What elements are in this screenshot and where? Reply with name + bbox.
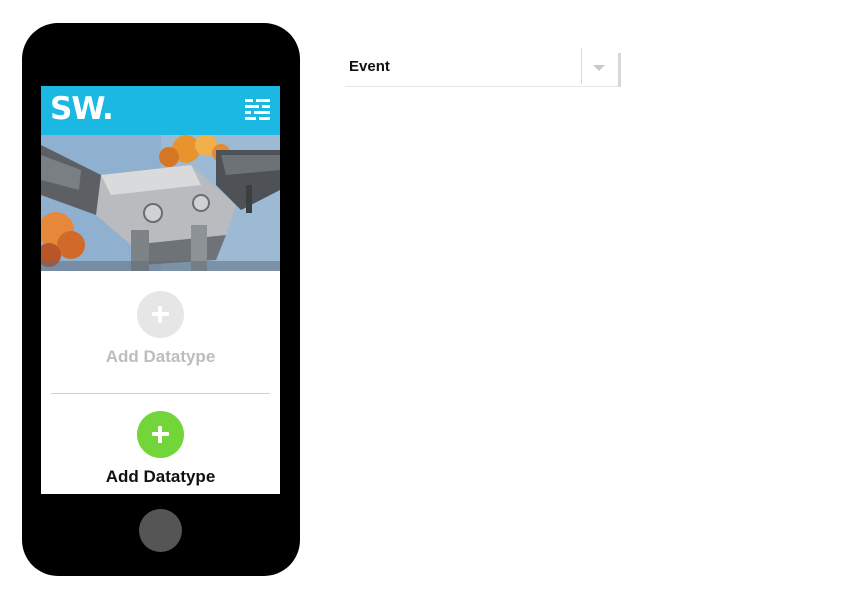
add-datatype-button[interactable]: Add Datatype — [41, 411, 280, 488]
plus-icon — [137, 291, 184, 338]
event-select-value[interactable]: Event — [349, 58, 390, 75]
plus-icon[interactable] — [137, 411, 184, 458]
menu-icon[interactable] — [245, 99, 270, 121]
app-logo: SW. — [50, 91, 114, 127]
home-button[interactable] — [139, 509, 182, 552]
event-select[interactable]: Event — [345, 48, 621, 87]
add-datatype-label-disabled: Add Datatype — [105, 347, 216, 366]
canvas: SW. Add Datatype Add Datatype Event — [0, 0, 850, 600]
divider — [51, 393, 270, 394]
phone-mockup: SW. Add Datatype Add Datatype — [22, 23, 300, 576]
app-header: SW. — [41, 86, 280, 135]
hero-image — [41, 135, 280, 271]
phone-screen: SW. Add Datatype Add Datatype — [41, 86, 280, 494]
select-separator — [581, 48, 582, 84]
add-datatype-disabled: Add Datatype — [41, 291, 280, 368]
caret-down-icon[interactable] — [593, 65, 605, 71]
select-edge — [618, 53, 621, 87]
add-datatype-label[interactable]: Add Datatype — [41, 466, 280, 488]
